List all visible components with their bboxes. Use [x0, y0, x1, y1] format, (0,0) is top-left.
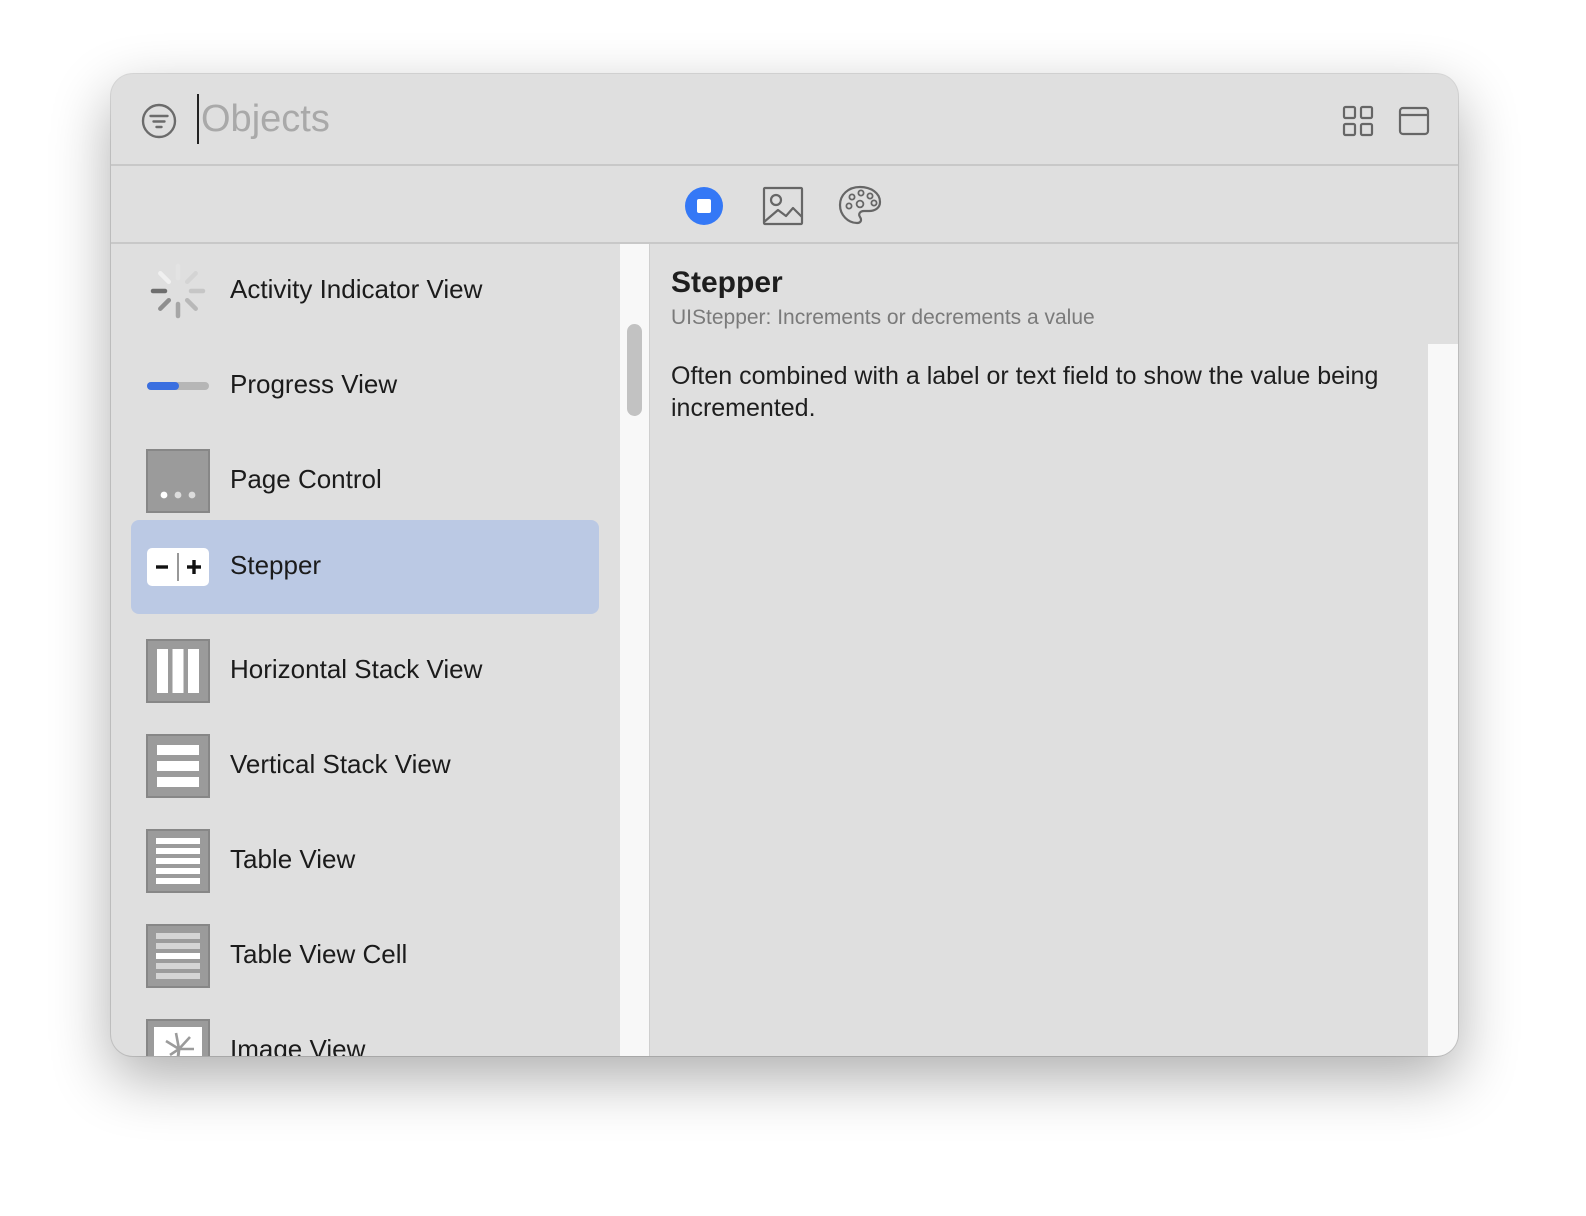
list-item-label: Table View Cell [230, 939, 408, 969]
list-item-label: Table View [230, 844, 356, 874]
palette-icon[interactable] [838, 184, 882, 228]
detail-description: Often combined with a label or text fiel… [671, 362, 1379, 422]
activity-indicator-icon [150, 263, 206, 319]
list-item-label: Page Control [230, 464, 382, 494]
filter-icon[interactable] [141, 103, 177, 139]
list-item-table-view-cell[interactable]: Table View Cell [131, 909, 599, 1003]
list-item-horizontal-stack-view[interactable]: Horizontal Stack View [131, 624, 599, 718]
list-item-progress-view[interactable]: Progress View [131, 339, 599, 433]
list-item-label: Vertical Stack View [230, 749, 451, 779]
list-item-label: Image View [230, 1034, 366, 1056]
objects-tab-icon[interactable] [682, 184, 726, 228]
list-item-label: Progress View [230, 369, 398, 399]
list-item-image-view[interactable]: Image View [131, 1004, 599, 1056]
list-item-label: Stepper [230, 550, 322, 580]
page-control-icon [146, 449, 210, 513]
list-scrollbar-thumb[interactable] [627, 324, 642, 416]
list-item-label: Horizontal Stack View [230, 654, 483, 684]
window-icon[interactable] [1397, 104, 1431, 138]
horizontal-stack-icon [146, 639, 210, 703]
media-image-icon[interactable] [761, 184, 805, 228]
object-library-window: Activity Indicator View Progress View Pa… [111, 74, 1458, 1056]
list-scrollbar[interactable] [620, 244, 650, 1056]
list-item-vertical-stack-view[interactable]: Vertical Stack View [131, 719, 599, 813]
detail-title: Stepper [671, 266, 783, 299]
list-item-label: Activity Indicator View [230, 274, 483, 304]
library-tab-bar [111, 166, 1458, 244]
detail-pane: Stepper UIStepper: Increments or decreme… [650, 244, 1458, 1056]
image-view-icon [146, 1019, 210, 1056]
search-input[interactable] [197, 94, 1197, 144]
list-item-page-control[interactable]: Page Control [131, 434, 599, 528]
stepper-icon [147, 548, 209, 586]
table-view-cell-icon [146, 924, 210, 988]
table-view-icon [146, 829, 210, 893]
library-header [111, 74, 1458, 166]
progress-view-icon [147, 382, 209, 390]
list-item-activity-indicator-view[interactable]: Activity Indicator View [131, 244, 599, 338]
list-item-stepper[interactable]: Stepper [131, 520, 599, 614]
detail-subtitle: UIStepper: Increments or decrements a va… [671, 306, 1095, 329]
list-item-table-view[interactable]: Table View [131, 814, 599, 908]
object-list: Activity Indicator View Progress View Pa… [111, 244, 619, 1056]
vertical-stack-icon [146, 734, 210, 798]
grid-view-icon[interactable] [1341, 104, 1375, 138]
detail-scrollbar[interactable] [1428, 344, 1458, 1056]
